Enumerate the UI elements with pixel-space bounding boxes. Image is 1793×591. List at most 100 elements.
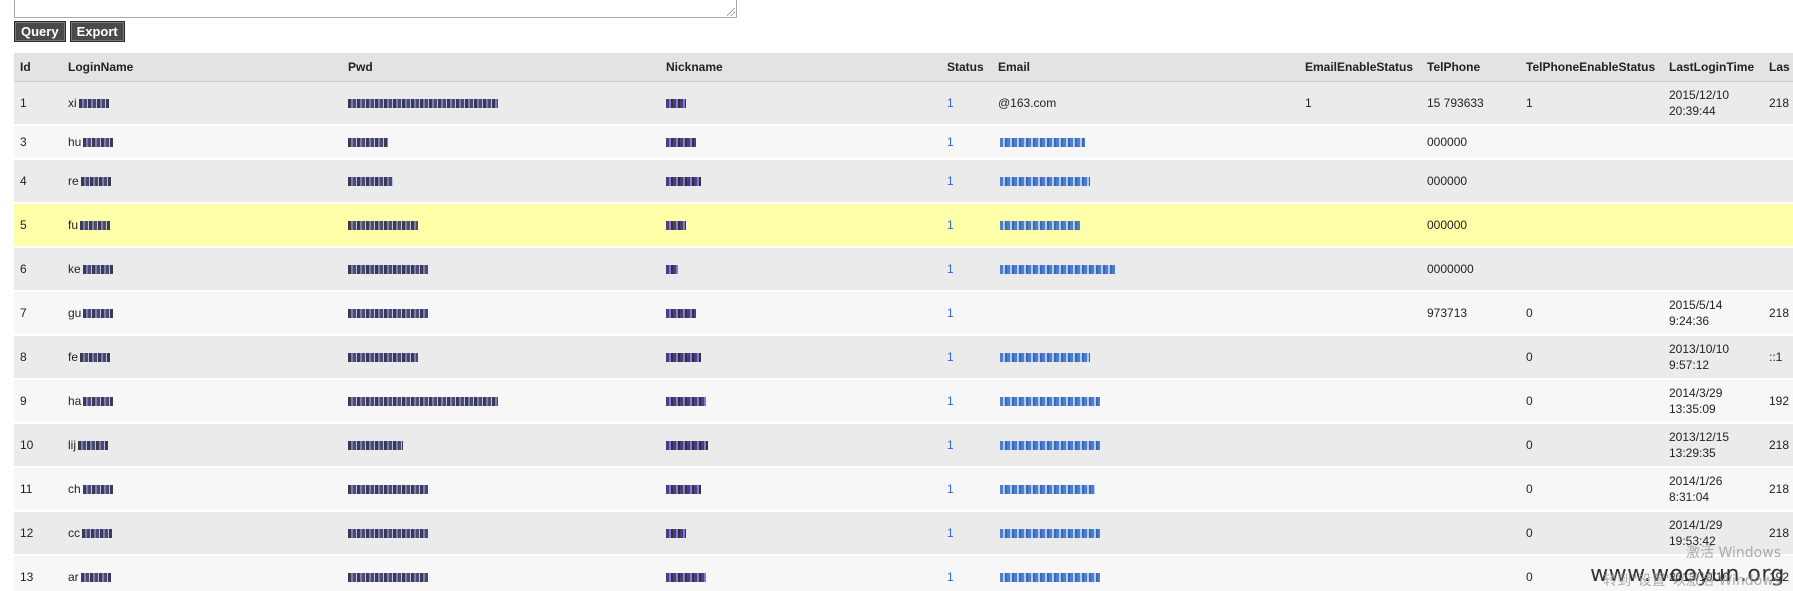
cell-email: @163.com bbox=[992, 81, 1299, 125]
cell-loginname: lij bbox=[62, 423, 342, 467]
login-time: 9:57:12 bbox=[1669, 358, 1710, 372]
cell-pwd bbox=[342, 81, 660, 125]
cell-loginname: fu bbox=[62, 203, 342, 247]
cell-telphone: 000000 bbox=[1421, 203, 1520, 247]
cell-status-text: 1 bbox=[947, 174, 954, 188]
cell-lastlogintime bbox=[1663, 159, 1763, 203]
login-time: 13:35:09 bbox=[1669, 402, 1716, 416]
cell-pwd bbox=[342, 159, 660, 203]
table-row[interactable]: 13 ar 1 0 2013/10/10 192 bbox=[14, 555, 1793, 591]
table-row[interactable]: 10 lij 1 0 2013/12/15 13:29:35 218 bbox=[14, 423, 1793, 467]
redacted-mosaic bbox=[348, 99, 498, 109]
windows-activation-notice-2: 转到"设置"以激活 Windows bbox=[1603, 573, 1781, 589]
cell-email bbox=[992, 467, 1299, 511]
cell-nickname bbox=[660, 379, 941, 423]
login-date: 2013/10/10 bbox=[1669, 342, 1730, 356]
col-header-telphoneenablestatus[interactable]: TelPhoneEnableStatus bbox=[1520, 53, 1663, 82]
redacted-mosaic bbox=[348, 177, 393, 187]
cell-telphone: 973713 bbox=[1421, 291, 1520, 335]
col-header-emailenablestatus[interactable]: EmailEnableStatus bbox=[1299, 53, 1421, 82]
login-time: 13:29:35 bbox=[1669, 446, 1716, 460]
cell-telphoneenablestatus: 0 bbox=[1520, 467, 1663, 511]
redacted-mosaic bbox=[1000, 573, 1100, 583]
query-textarea[interactable] bbox=[14, 0, 737, 18]
col-header-pwd[interactable]: Pwd bbox=[342, 53, 660, 82]
col-header-loginname[interactable]: LoginName bbox=[62, 53, 342, 82]
col-header-id[interactable]: Id bbox=[14, 53, 62, 82]
cell-loginname: re bbox=[62, 159, 342, 203]
table-row[interactable]: 5 fu 1 000000 bbox=[14, 203, 1793, 247]
cell-lastlogintime: 2013/12/15 13:29:35 bbox=[1663, 423, 1763, 467]
cell-status-text: 1 bbox=[947, 350, 954, 364]
cell-id-text: 6 bbox=[20, 262, 27, 276]
cell-id-text: 5 bbox=[20, 218, 27, 232]
cell-nickname bbox=[660, 555, 941, 591]
login-date: 2014/1/29 bbox=[1669, 518, 1723, 532]
query-button[interactable]: Query bbox=[14, 21, 66, 42]
cell-id-text: 12 bbox=[20, 526, 34, 540]
col-header-lastloginip[interactable]: Las bbox=[1763, 53, 1793, 82]
cell-telphoneenablestatus: 0 bbox=[1520, 423, 1663, 467]
col-header-status[interactable]: Status bbox=[941, 53, 992, 82]
redacted-mosaic bbox=[348, 353, 418, 363]
cell-telphoneenablestatus-text: 0 bbox=[1526, 570, 1533, 584]
table-row[interactable]: 7 gu 1 973713 0 2015/5/14 9:24:36 218 bbox=[14, 291, 1793, 335]
table-row[interactable]: 3 hu 1 000000 bbox=[14, 125, 1793, 159]
redacted-mosaic bbox=[83, 397, 114, 407]
cell-id: 8 bbox=[14, 335, 62, 379]
cell-id: 9 bbox=[14, 379, 62, 423]
cell-status: 1 bbox=[941, 511, 992, 555]
table-row[interactable]: 8 fe 1 0 2013/10/10 9:57:12::1 bbox=[14, 335, 1793, 379]
table-row[interactable]: 12 cc 1 0 2014/1/29 19:53:42 218 bbox=[14, 511, 1793, 555]
cell-lastloginip-text: 218 bbox=[1769, 306, 1790, 320]
cell-loginname-text: fu bbox=[68, 218, 79, 232]
redacted-mosaic bbox=[83, 138, 114, 148]
table-row[interactable]: 4 re 1 000000 bbox=[14, 159, 1793, 203]
cell-loginname-text: ar bbox=[68, 570, 79, 584]
cell-pwd bbox=[342, 247, 660, 291]
login-date: 2014/1/26 bbox=[1669, 474, 1723, 488]
cell-emailenablestatus bbox=[1299, 247, 1421, 291]
col-header-lastlogintime[interactable]: LastLoginTime bbox=[1663, 53, 1763, 82]
table-row[interactable]: 6 ke 1 0000000 bbox=[14, 247, 1793, 291]
redacted-mosaic bbox=[666, 397, 706, 407]
activation-line-1: 激活 Windows bbox=[1686, 545, 1781, 561]
cell-lastloginip: 218 bbox=[1763, 81, 1793, 125]
table-row[interactable]: 11 ch 1 0 2014/1/26 8:31:04 218 bbox=[14, 467, 1793, 511]
redacted-mosaic bbox=[348, 485, 428, 495]
col-header-nickname[interactable]: Nickname bbox=[660, 53, 941, 82]
redacted-mosaic bbox=[666, 529, 686, 539]
redacted-mosaic bbox=[666, 177, 701, 187]
login-date: 2013/12/15 bbox=[1669, 430, 1730, 444]
cell-status-text: 1 bbox=[947, 482, 954, 496]
cell-lastloginip bbox=[1763, 247, 1793, 291]
cell-status-text: 1 bbox=[947, 570, 954, 584]
cell-lastloginip: 218 bbox=[1763, 467, 1793, 511]
results-table-container[interactable]: Id LoginName Pwd Nickname Status Email E… bbox=[14, 53, 1793, 591]
cell-loginname: xi bbox=[62, 81, 342, 125]
export-button[interactable]: Export bbox=[69, 21, 125, 42]
cell-status: 1 bbox=[941, 379, 992, 423]
cell-status: 1 bbox=[941, 555, 992, 591]
cell-id-text: 4 bbox=[20, 174, 27, 188]
cell-pwd bbox=[342, 423, 660, 467]
cell-lastloginip bbox=[1763, 159, 1793, 203]
col-header-telphone[interactable]: TelPhone bbox=[1421, 53, 1520, 82]
redacted-mosaic bbox=[666, 485, 701, 495]
redacted-mosaic bbox=[83, 309, 114, 319]
cell-pwd bbox=[342, 379, 660, 423]
cell-status-text: 1 bbox=[947, 262, 954, 276]
cell-status: 1 bbox=[941, 159, 992, 203]
col-header-email[interactable]: Email bbox=[992, 53, 1299, 82]
resize-grip-icon[interactable] bbox=[727, 8, 735, 16]
table-row[interactable]: 1 xi 1 @163.com 1 15 793633 1 2015/12/10 20:39:4… bbox=[14, 81, 1793, 125]
cell-lastlogintime: 2014/1/26 8:31:04 bbox=[1663, 467, 1763, 511]
cell-emailenablestatus bbox=[1299, 291, 1421, 335]
table-row[interactable]: 9 ha 1 0 2014/3/29 13:35:09 192 bbox=[14, 379, 1793, 423]
cell-telphoneenablestatus-text: 0 bbox=[1526, 438, 1533, 452]
redacted-mosaic bbox=[666, 441, 708, 451]
cell-telphone-text: 000000 bbox=[1427, 218, 1468, 232]
cell-loginname-text: cc bbox=[68, 526, 80, 540]
cell-loginname-text: ke bbox=[68, 262, 81, 276]
cell-status-text: 1 bbox=[947, 306, 954, 320]
